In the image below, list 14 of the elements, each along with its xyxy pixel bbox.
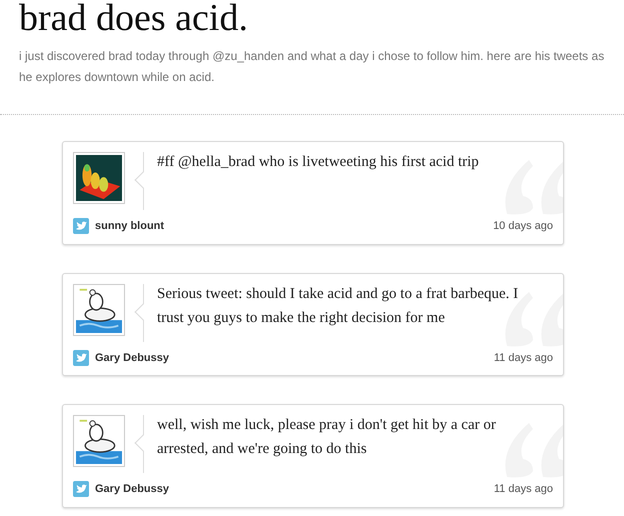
author-name[interactable]: Gary Debussy xyxy=(95,350,169,366)
tweet-text: Serious tweet: should I take acid and go to a frat barbeque. I trust you guys to make the right decision for me xyxy=(157,284,520,328)
author-name[interactable]: Gary Debussy xyxy=(95,481,169,498)
tweet-text: well, wish me luck, please pray i don't get hit by a car or arrested, and we're going to do this xyxy=(157,416,497,459)
page-title: brad does acid. xyxy=(19,0,248,40)
bird-icon xyxy=(73,481,89,498)
timestamp: 10 days ago xyxy=(493,219,553,234)
bird-icon xyxy=(73,350,89,366)
tweet-text: #ff @hella_brad who is livetweeting his first acid trip xyxy=(157,153,480,172)
bird-icon xyxy=(73,218,89,234)
timestamp: 11 days ago xyxy=(494,350,553,366)
author-name[interactable]: sunny blount xyxy=(95,218,164,234)
timestamp: 11 days ago xyxy=(494,482,553,497)
page-description: i just discovered brad today through @zu_handen and what a day i chose to follow him. here are his tweets as he explores downtown while on acid. xyxy=(19,48,606,86)
